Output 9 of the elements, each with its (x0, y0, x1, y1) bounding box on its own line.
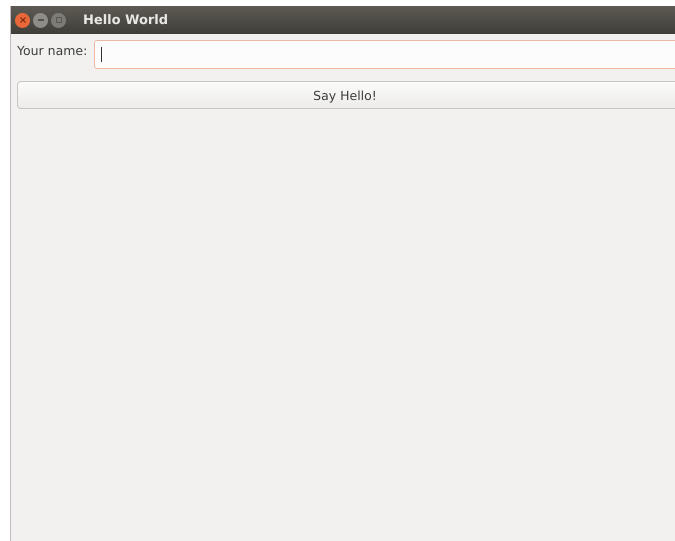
minimize-button[interactable] (33, 12, 48, 28)
say-hello-button[interactable]: Say Hello! (17, 81, 675, 109)
maximize-icon (54, 16, 62, 24)
close-button[interactable] (15, 12, 30, 28)
maximize-button[interactable] (51, 12, 66, 28)
window-title: Hello World (83, 12, 168, 28)
field-label: Your name: (17, 43, 88, 58)
name-field[interactable] (94, 40, 675, 69)
close-icon (18, 16, 26, 24)
